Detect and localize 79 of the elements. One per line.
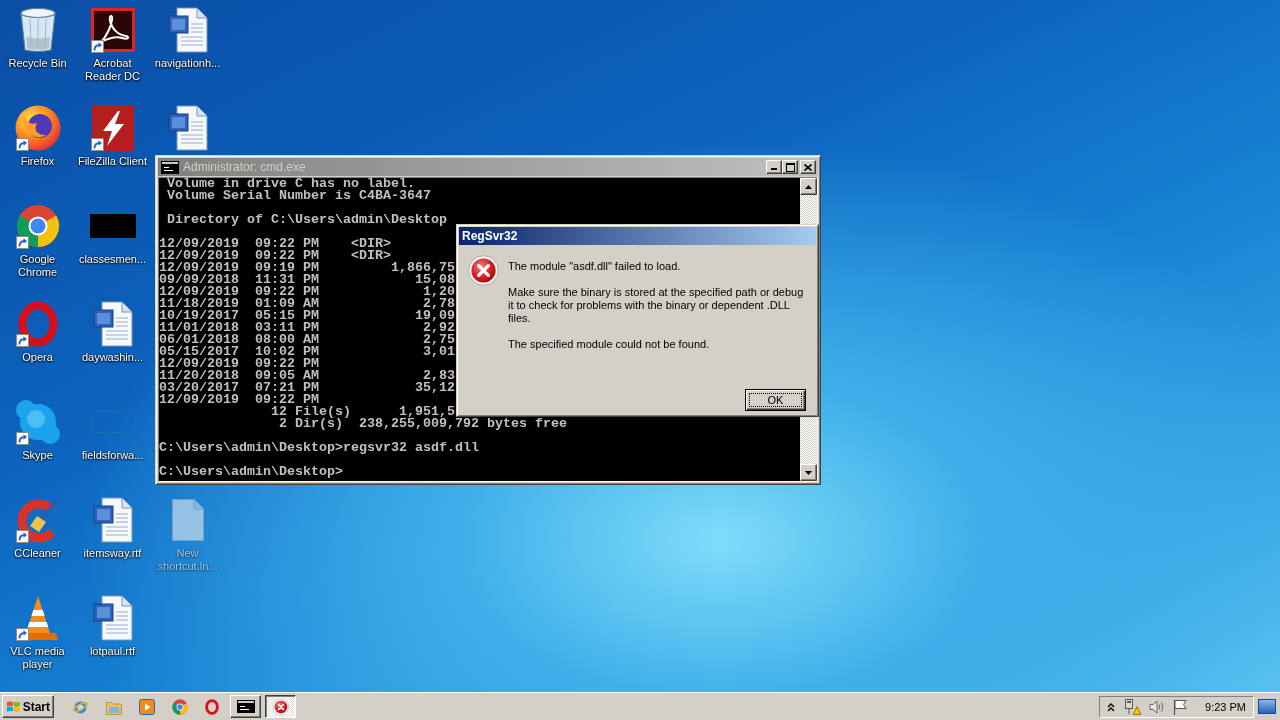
segmented-circle-icon[interactable] xyxy=(172,698,188,715)
taskbar-button[interactable] xyxy=(265,695,296,718)
clock[interactable]: 9:23 PM xyxy=(1205,700,1246,713)
desktop-icon[interactable]: fieldsforwa... xyxy=(75,398,150,462)
ring-icon xyxy=(17,301,58,347)
desktop-icon[interactable]: navigationh... xyxy=(150,6,225,70)
start-button[interactable]: Start xyxy=(2,695,54,718)
error-icon xyxy=(468,255,499,286)
console-icon xyxy=(236,700,255,713)
speaker-icon[interactable] xyxy=(1149,698,1166,715)
swoosh-tile-icon xyxy=(90,8,135,52)
console-line: 2 Dir(s) 238,255,009,792 bytes free xyxy=(277,418,567,430)
console-line: Volume in drive C has no label. xyxy=(166,178,415,190)
desktop-icon[interactable]: VLC media player xyxy=(0,594,75,671)
desktop-icon[interactable]: Opera xyxy=(0,300,75,364)
recycle-bin-icon xyxy=(17,7,58,53)
desktop-icon[interactable]: FileZilla Client xyxy=(75,104,150,168)
maximize-icon xyxy=(785,162,795,172)
desktop-icon[interactable]: daywashin... xyxy=(75,300,150,364)
desktop-icon[interactable]: CCleaner xyxy=(0,496,75,560)
minimize-icon xyxy=(771,168,777,170)
message-text: Make sure the binary is stored at the specified path or debug it to check for problems with the binary or dependent .DLL files. xyxy=(508,286,805,325)
message-text: The specified module could not be found. xyxy=(508,338,711,351)
scroll-up-button[interactable] xyxy=(800,178,817,195)
blank-file-icon xyxy=(171,499,204,541)
console-line: 12 File(s) 1,951,5 xyxy=(269,406,455,418)
console-icon xyxy=(161,160,179,174)
document-icon xyxy=(167,105,208,151)
windows-flag-icon xyxy=(6,699,21,714)
document-icon xyxy=(167,7,208,53)
console-line: 12/09/2019 09:22 PM xyxy=(159,358,319,370)
console-line: Directory of C:\Users\admin\Desktop xyxy=(166,214,447,226)
window-title: Administrator: cmd.exe xyxy=(183,160,306,174)
console-line: Volume Serial Number is C4BA-3647 xyxy=(166,190,431,202)
image-thumbnail-icon xyxy=(89,214,136,238)
console-line: 03/20/2017 07:21 PM 35,12 xyxy=(159,382,455,394)
console-line: C:\Users\admin\Desktop>regsvr32 asdf.dll xyxy=(159,442,479,454)
console-line: 11/18/2019 01:09 AM 2,78 xyxy=(159,298,455,310)
console-line: 11/01/2018 03:11 PM 2,92 xyxy=(159,322,455,334)
ok-button[interactable]: OK xyxy=(745,389,806,411)
desktop-icon[interactable]: lotpaul.rtf xyxy=(75,594,150,658)
close-icon xyxy=(804,163,812,171)
message-text: The module "asdf.dll" failed to load. xyxy=(508,260,682,273)
console-line: 11/20/2018 09:05 AM 2,83 xyxy=(159,370,455,382)
window-title: RegSvr32 xyxy=(462,229,518,243)
desktop-icon[interactable]: Skype xyxy=(0,398,75,462)
desktop-icon[interactable]: itemsway.rtf xyxy=(75,496,150,560)
console-line: 05/15/2017 10:02 PM 3,01 xyxy=(159,346,455,358)
desktop-icon[interactable]: Acrobat Reader DC xyxy=(75,6,150,83)
console-line: 12/09/2019 09:22 PM <DIR> xyxy=(159,238,391,250)
document-icon xyxy=(92,301,133,347)
scroll-down-button[interactable] xyxy=(800,464,817,481)
document-icon xyxy=(92,595,133,641)
error-icon xyxy=(272,698,289,715)
up-arrow-icon xyxy=(805,184,812,189)
console-line: 10/19/2017 05:15 PM 19,09 xyxy=(159,310,455,322)
fox-globe-icon xyxy=(14,105,61,151)
desktop-icon[interactable]: Google Chrome xyxy=(0,202,75,279)
cloud-icon xyxy=(14,399,61,445)
document-icon xyxy=(92,497,133,543)
console-line: 06/01/2018 08:00 AM 2,75 xyxy=(159,334,455,346)
flag-icon[interactable] xyxy=(1173,698,1188,715)
ring-icon[interactable] xyxy=(205,698,219,715)
console-line: 09/09/2018 11:31 PM 15,08 xyxy=(159,274,455,286)
desktop-icon[interactable]: classesmen... xyxy=(75,202,150,266)
console-line: 12/09/2019 09:22 PM <DIR> xyxy=(159,250,391,262)
chevron-icon[interactable] xyxy=(1107,701,1116,712)
console-line: 12/09/2019 09:22 PM 1,20 xyxy=(159,286,455,298)
network-warning-icon[interactable] xyxy=(1123,698,1142,715)
desktop-icon[interactable]: Recycle Bin xyxy=(0,6,75,70)
segmented-circle-icon xyxy=(15,204,60,248)
console-line: C:\Users\admin\Desktop> xyxy=(159,466,343,478)
down-arrow-icon xyxy=(805,470,812,475)
console-line: 12/09/2019 09:19 PM 1,866,75 xyxy=(159,262,455,274)
bolt-tile-icon xyxy=(91,105,134,151)
show-desktop-button[interactable] xyxy=(1258,699,1276,714)
console-line: 12/09/2019 09:22 PM xyxy=(159,394,319,406)
play-icon[interactable] xyxy=(139,698,155,715)
desktop-icon[interactable]: Firefox xyxy=(0,104,75,168)
